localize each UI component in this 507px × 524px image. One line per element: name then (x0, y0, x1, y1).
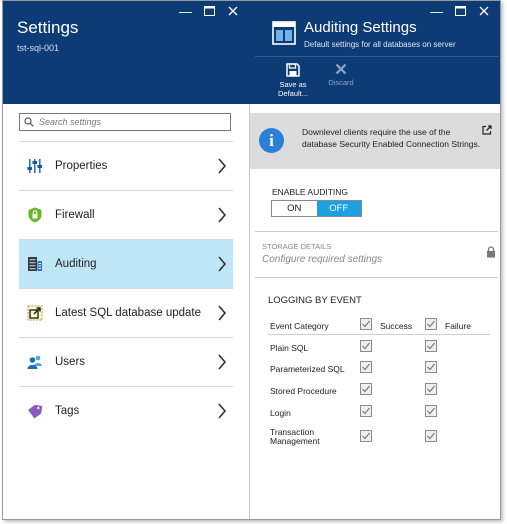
settings-menu: Properties Firewall Auditing Latest SQL … (19, 141, 233, 435)
menu-item-firewall[interactable]: Firewall (19, 190, 233, 239)
menu-item-auditing[interactable]: Auditing (19, 239, 233, 288)
close-icon[interactable] (227, 4, 239, 19)
discard-button[interactable]: Discard (324, 63, 358, 87)
chevron-right-icon (218, 256, 227, 272)
save-as-default-label: Save as Default... (277, 80, 308, 98)
event-name: Stored Procedure (270, 386, 337, 396)
success-checkbox[interactable] (360, 430, 372, 442)
discard-label: Discard (328, 78, 354, 87)
table-row: Parameterized SQL (268, 361, 490, 381)
event-name: Login (270, 408, 291, 418)
auditing-blade-header: Auditing Settings Default settings for a… (250, 1, 500, 104)
table-row: Transaction Management (268, 427, 490, 449)
storage-details-label: STORAGE DETAILS (262, 242, 332, 251)
external-link-icon[interactable] (482, 125, 492, 135)
menu-item-users[interactable]: Users (19, 337, 233, 386)
section-divider (255, 231, 498, 232)
section-divider (255, 277, 498, 278)
failure-checkbox[interactable] (425, 405, 437, 417)
search-box[interactable] (19, 113, 231, 131)
settings-blade-header: Settings tst-sql-001 — (3, 1, 250, 104)
toggle-on-option[interactable]: ON (272, 201, 317, 216)
chevron-right-icon (218, 354, 227, 370)
minimize-icon[interactable]: — (430, 4, 443, 19)
storage-details-link[interactable]: Configure required settings (262, 254, 382, 265)
info-icon: i (259, 128, 284, 153)
failure-checkbox[interactable] (425, 340, 437, 352)
maximize-icon[interactable] (454, 4, 466, 19)
discard-x-icon (335, 63, 347, 75)
update-icon (27, 305, 43, 321)
menu-item-label: Properties (55, 160, 108, 172)
save-icon (286, 63, 300, 77)
success-all-checkbox[interactable] (360, 318, 372, 330)
table-row: Plain SQL (268, 340, 490, 360)
chevron-right-icon (218, 207, 227, 223)
search-icon (24, 117, 34, 127)
tag-icon (28, 404, 43, 419)
menu-item-properties[interactable]: Properties (19, 141, 233, 190)
success-checkbox[interactable] (360, 361, 372, 373)
logging-header-row: Event Category Success Failure (268, 318, 490, 338)
success-checkbox[interactable] (360, 405, 372, 417)
minimize-icon[interactable]: — (179, 4, 192, 19)
users-icon (27, 355, 42, 369)
table-row: Stored Procedure (268, 383, 490, 403)
failure-all-checkbox[interactable] (425, 318, 437, 330)
menu-item-tags[interactable]: Tags (19, 386, 233, 435)
event-category-header: Event Category (270, 321, 329, 331)
toolbar-divider (255, 56, 498, 57)
menu-item-label: Auditing (55, 258, 97, 270)
menu-item-label: Users (55, 356, 86, 368)
failure-header: Failure (445, 321, 471, 331)
menu-item-label: Tags (55, 405, 80, 417)
settings-blade: Settings tst-sql-001 — Search settings P… (3, 1, 250, 519)
success-checkbox[interactable] (360, 383, 372, 395)
event-name: Parameterized SQL (270, 364, 345, 374)
portal-window: Settings tst-sql-001 — Search settings P… (2, 0, 501, 520)
info-message: Downlevel clients require the use of the… (302, 127, 481, 149)
failure-checkbox[interactable] (425, 383, 437, 395)
properties-sliders-icon (27, 159, 43, 173)
event-name: Transaction Management (270, 427, 320, 446)
table-row: Login (268, 405, 490, 425)
failure-checkbox[interactable] (425, 430, 437, 442)
close-icon[interactable] (478, 4, 490, 19)
firewall-shield-icon (28, 207, 42, 223)
toggle-off-option[interactable]: OFF (316, 201, 361, 216)
event-name: Plain SQL (270, 343, 309, 353)
server-name: tst-sql-001 (17, 43, 60, 53)
auditing-blade-icon (272, 21, 296, 45)
info-notification: i Downlevel clients require the use of t… (250, 113, 500, 169)
enable-auditing-toggle[interactable]: ON OFF (271, 200, 362, 217)
menu-item-latest-update[interactable]: Latest SQL database update (19, 288, 233, 337)
success-header: Success (380, 321, 413, 331)
auditing-settings-blade: Auditing Settings Default settings for a… (250, 1, 500, 519)
auditing-settings-title: Auditing Settings (304, 19, 417, 36)
menu-item-label: Latest SQL database update (55, 307, 201, 319)
lock-icon (487, 246, 495, 258)
auditing-server-icon (28, 257, 42, 271)
table-header-divider (268, 334, 490, 335)
search-input[interactable] (39, 117, 219, 127)
settings-title: Settings (17, 18, 79, 37)
success-checkbox[interactable] (360, 340, 372, 352)
maximize-icon[interactable] (203, 4, 215, 19)
chevron-right-icon (218, 305, 227, 321)
logging-by-event-title: LOGGING BY EVENT (268, 295, 362, 306)
chevron-right-icon (218, 158, 227, 174)
save-as-default-button[interactable]: Save as Default... (274, 63, 312, 98)
chevron-right-icon (218, 403, 227, 419)
enable-auditing-label: ENABLE AUDITING (272, 187, 349, 197)
menu-item-label: Firewall (55, 209, 95, 221)
failure-checkbox[interactable] (425, 361, 437, 373)
auditing-settings-subtitle: Default settings for all databases on se… (304, 40, 456, 49)
